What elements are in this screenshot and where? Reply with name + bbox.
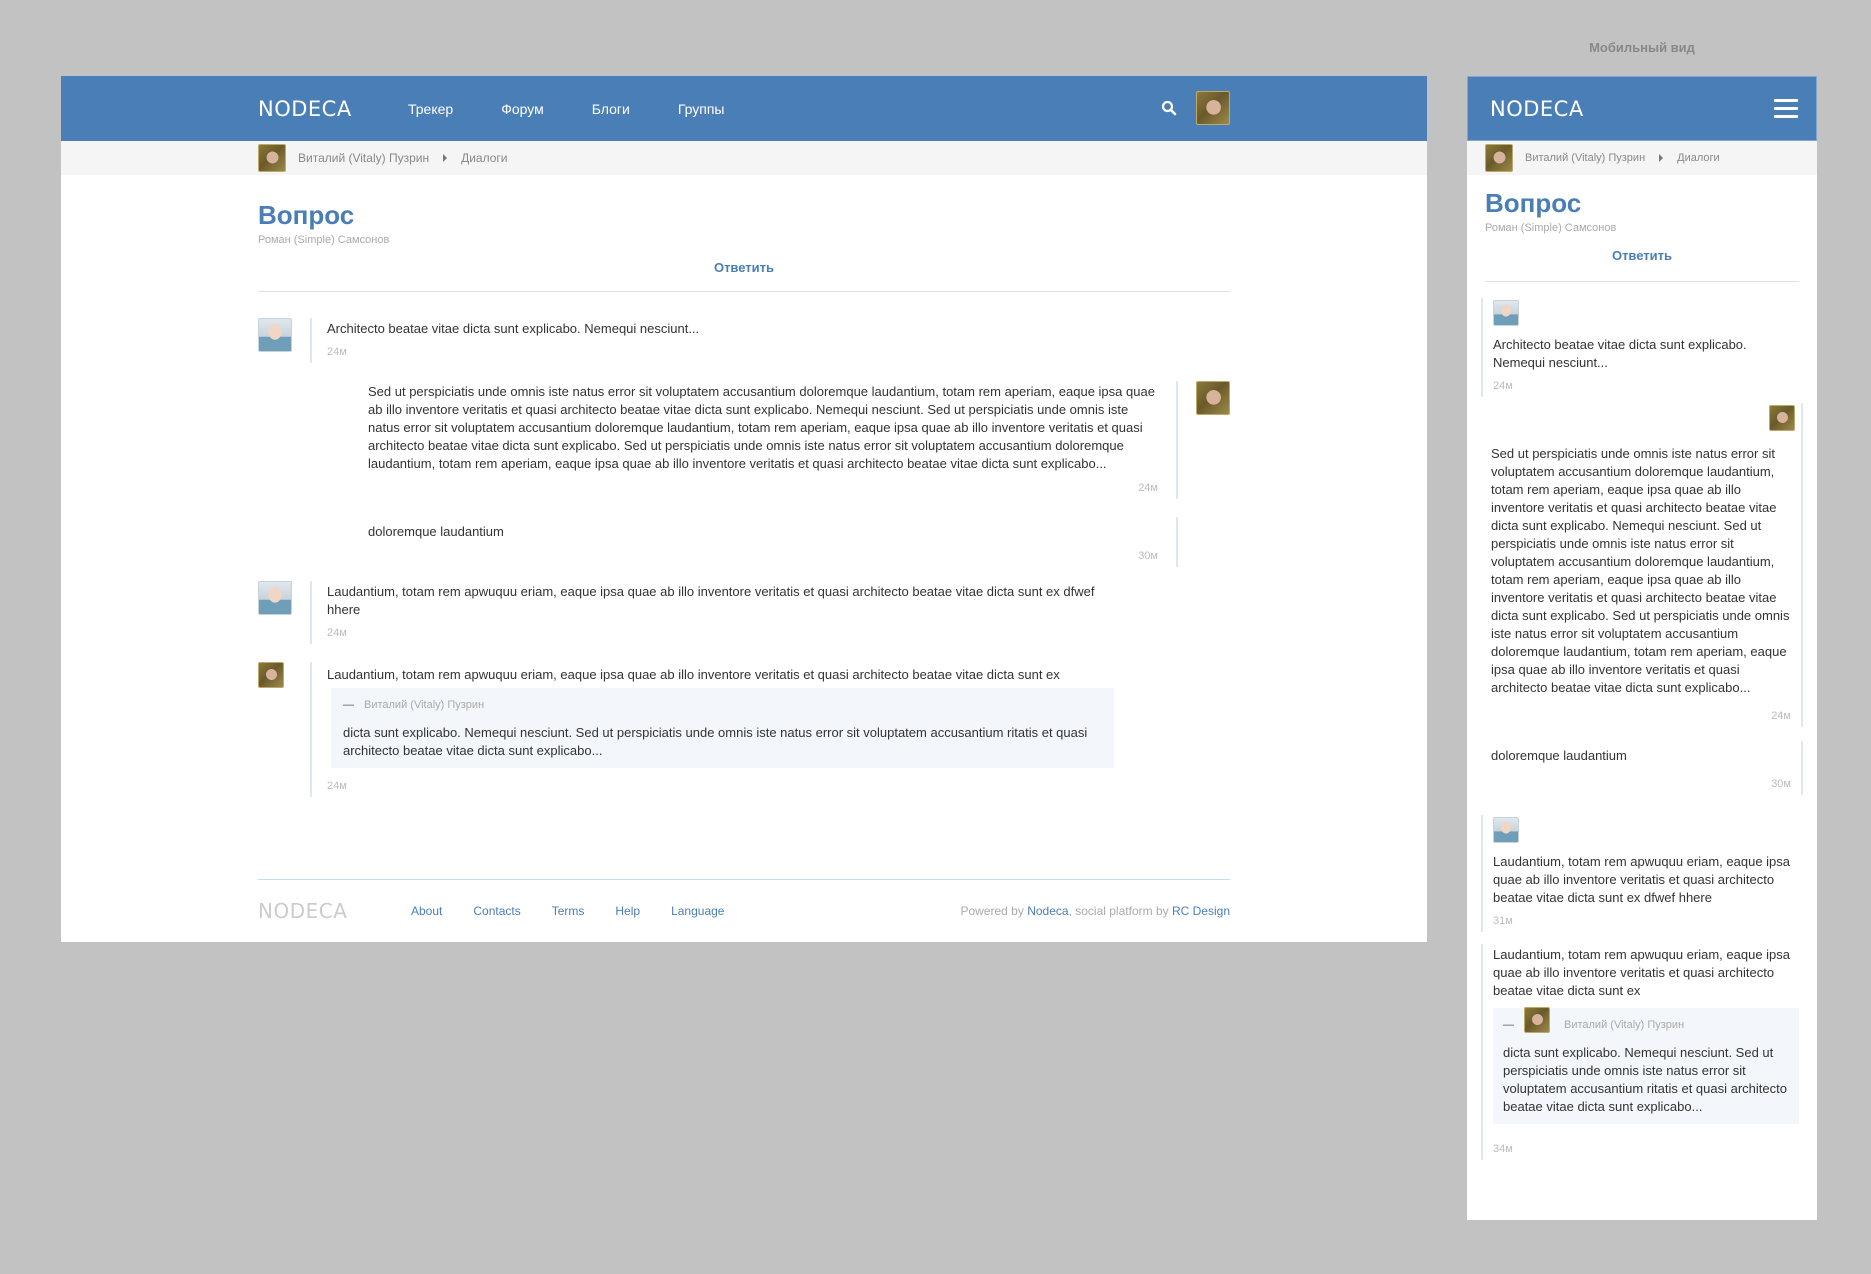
message-time: 34м xyxy=(1493,1143,1513,1155)
page-title: Вопрос xyxy=(1485,188,1582,218)
nav-tracker[interactable]: Трекер xyxy=(408,101,453,117)
powered-by: Powered by Nodeca, social platform by RC… xyxy=(960,904,1230,918)
main-nav: Трекер Форум Блоги Группы xyxy=(408,101,772,117)
message-item: Architecto beatae vitae dicta sunt expli… xyxy=(258,318,1230,363)
message-text: Architecto beatae vitae dicta sunt expli… xyxy=(1493,337,1747,370)
brand-logo[interactable]: NODECA xyxy=(258,97,408,121)
message-avatar[interactable] xyxy=(258,581,292,615)
footer-link-contacts[interactable]: Contacts xyxy=(473,904,520,918)
message-text: Sed ut perspiciatis unde omnis iste natu… xyxy=(1491,446,1790,695)
dialog-participant[interactable]: Роман (Simple) Самсонов xyxy=(258,234,1230,246)
message-text: Laudantium, totam rem apwuquu eriam, eaq… xyxy=(1493,947,1791,998)
footer-link-help[interactable]: Help xyxy=(615,904,640,918)
message-item: Sed ut perspiciatis unde omnis iste natu… xyxy=(1485,403,1803,727)
message-avatar[interactable] xyxy=(1493,300,1519,326)
footer-link-terms[interactable]: Terms xyxy=(552,904,585,918)
message-item: Laudantium, totam rem apwuquu eriam, eaq… xyxy=(1481,815,1799,932)
quote-avatar[interactable] xyxy=(258,662,284,688)
quote-avatar[interactable] xyxy=(1524,1007,1550,1033)
message-time: 24м xyxy=(327,346,347,358)
nodeca-link[interactable]: Nodeca xyxy=(1027,904,1068,918)
hamburger-menu-icon[interactable] xyxy=(1774,98,1798,119)
breadcrumb-user[interactable]: Виталий (Vitaly) Пузрин xyxy=(298,151,429,165)
quote-dash: — xyxy=(343,699,354,711)
mobile-view-label: Мобильный вид xyxy=(1589,40,1695,55)
nav-blogs[interactable]: Блоги xyxy=(592,101,630,117)
top-navbar: NODECA Трекер Форум Блоги Группы xyxy=(61,76,1427,141)
nav-forum[interactable]: Форум xyxy=(501,101,544,117)
quote-text: dicta sunt explicabo. Nemequi nesciunt. … xyxy=(343,725,1088,758)
message-text: Laudantium, totam rem apwuquu eriam, eaq… xyxy=(327,667,1060,682)
message-text: Architecto beatae vitae dicta sunt expli… xyxy=(327,321,700,336)
search-icon[interactable] xyxy=(1161,100,1177,116)
message-item: Architecto beatae vitae dicta sunt expli… xyxy=(1481,298,1799,397)
user-avatar[interactable] xyxy=(1196,91,1230,125)
breadcrumb-user[interactable]: Виталий (Vitaly) Пузрин xyxy=(1525,152,1645,164)
footer-link-language[interactable]: Language xyxy=(671,904,724,918)
message-item: Laudantium, totam rem apwuquu eriam, eaq… xyxy=(1481,944,1799,1160)
breadcrumb-avatar[interactable] xyxy=(258,144,286,172)
message-item: Laudantium, totam rem apwuquu eriam, eaq… xyxy=(258,662,1230,797)
rc-design-link[interactable]: RC Design xyxy=(1172,904,1230,918)
message-avatar[interactable] xyxy=(1493,817,1519,843)
message-time: 24м xyxy=(1771,710,1791,722)
reply-button[interactable]: Ответить xyxy=(258,260,1230,292)
breadcrumb: Виталий (Vitaly) Пузрин Диалоги xyxy=(1467,141,1817,175)
caret-right-icon xyxy=(1659,154,1664,162)
message-text: Laudantium, totam rem apwuquu eriam, eaq… xyxy=(327,584,1095,617)
message-time: 30м xyxy=(1771,778,1791,790)
breadcrumb-dialogs[interactable]: Диалоги xyxy=(1677,152,1720,164)
message-item: doloremque laudantium 30м xyxy=(258,517,1230,567)
caret-right-icon xyxy=(443,154,448,162)
reply-button[interactable]: Ответить xyxy=(1485,248,1799,282)
message-text: Sed ut perspiciatis unde omnis iste natu… xyxy=(368,384,1155,471)
message-text: doloremque laudantium xyxy=(368,524,504,539)
mobile-view: NODECA Виталий (Vitaly) Пузрин Диалоги В… xyxy=(1467,76,1817,1220)
message-time: 30м xyxy=(1138,550,1158,562)
nav-groups[interactable]: Группы xyxy=(678,101,725,117)
message-avatar[interactable] xyxy=(1769,405,1795,431)
dialog-content: Вопрос Роман (Simple) Самсонов Ответить … xyxy=(61,175,1427,797)
quote-author[interactable]: Виталий (Vitaly) Пузрин xyxy=(364,696,484,714)
footer: NODECA About Contacts Terms Help Languag… xyxy=(258,879,1230,941)
powered-mid: , social platform by xyxy=(1068,903,1169,918)
breadcrumb-dialogs[interactable]: Диалоги xyxy=(461,151,507,165)
dialog-participant[interactable]: Роман (Simple) Самсонов xyxy=(1485,222,1799,234)
quote-text: dicta sunt explicabo. Nemequi nesciunt. … xyxy=(1503,1045,1787,1114)
breadcrumb: Виталий (Vitaly) Пузрин Диалоги xyxy=(61,141,1427,175)
desktop-view: NODECA Трекер Форум Блоги Группы Виталий… xyxy=(61,76,1427,942)
message-item: doloremque laudantium 30м xyxy=(1485,741,1803,795)
quote-author[interactable]: Виталий (Vitaly) Пузрин xyxy=(1564,1016,1684,1034)
message-time: 24м xyxy=(1493,380,1513,392)
message-avatar[interactable] xyxy=(258,318,292,352)
message-time: 24м xyxy=(327,627,347,639)
message-time: 24м xyxy=(1138,482,1158,494)
message-item: Laudantium, totam rem apwuquu eriam, eaq… xyxy=(258,581,1230,644)
page-title: Вопрос xyxy=(258,200,355,230)
reply-label[interactable]: Ответить xyxy=(714,260,774,275)
mobile-navbar: NODECA xyxy=(1467,76,1817,141)
message-item: Sed ut perspiciatis unde omnis iste natu… xyxy=(258,381,1230,499)
quote-block: — Виталий (Vitaly) Пузрин dicta sunt exp… xyxy=(258,662,1114,768)
quote-block: — Виталий (Vitaly) Пузрин dicta sunt exp… xyxy=(1493,1007,1799,1124)
powered-prefix: Powered by xyxy=(960,903,1024,918)
dialog-content: Вопрос Роман (Simple) Самсонов Ответить … xyxy=(1467,175,1817,1160)
quote-dash: — xyxy=(1503,1019,1514,1031)
brand-logo[interactable]: NODECA xyxy=(1490,97,1584,121)
footer-link-about[interactable]: About xyxy=(411,904,442,918)
footer-logo[interactable]: NODECA xyxy=(258,899,411,923)
message-time: 31м xyxy=(1493,915,1513,927)
reply-label[interactable]: Ответить xyxy=(1612,248,1672,263)
breadcrumb-avatar[interactable] xyxy=(1485,144,1513,172)
message-avatar[interactable] xyxy=(1196,381,1230,415)
message-time: 24м xyxy=(327,780,347,792)
message-text: Laudantium, totam rem apwuquu eriam, eaq… xyxy=(1493,854,1791,905)
message-text: doloremque laudantium xyxy=(1491,748,1627,763)
